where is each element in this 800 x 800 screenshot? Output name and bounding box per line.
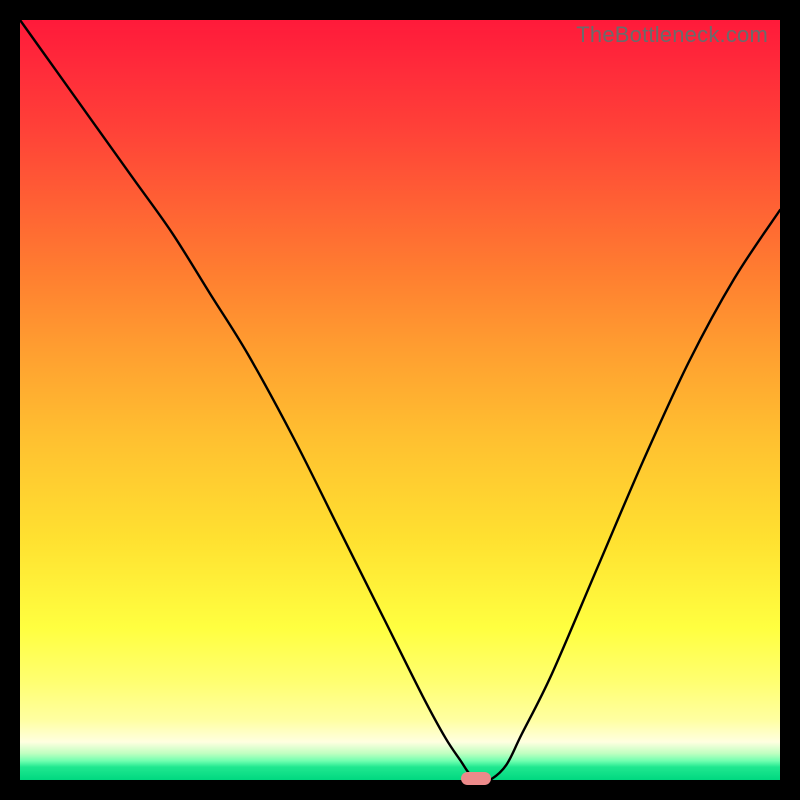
optimal-marker: [461, 772, 491, 785]
bottleneck-curve: [20, 20, 780, 780]
chart-plot-area: TheBottleneck.com: [20, 20, 780, 780]
chart-frame: TheBottleneck.com: [0, 0, 800, 800]
curve-path: [20, 20, 780, 780]
